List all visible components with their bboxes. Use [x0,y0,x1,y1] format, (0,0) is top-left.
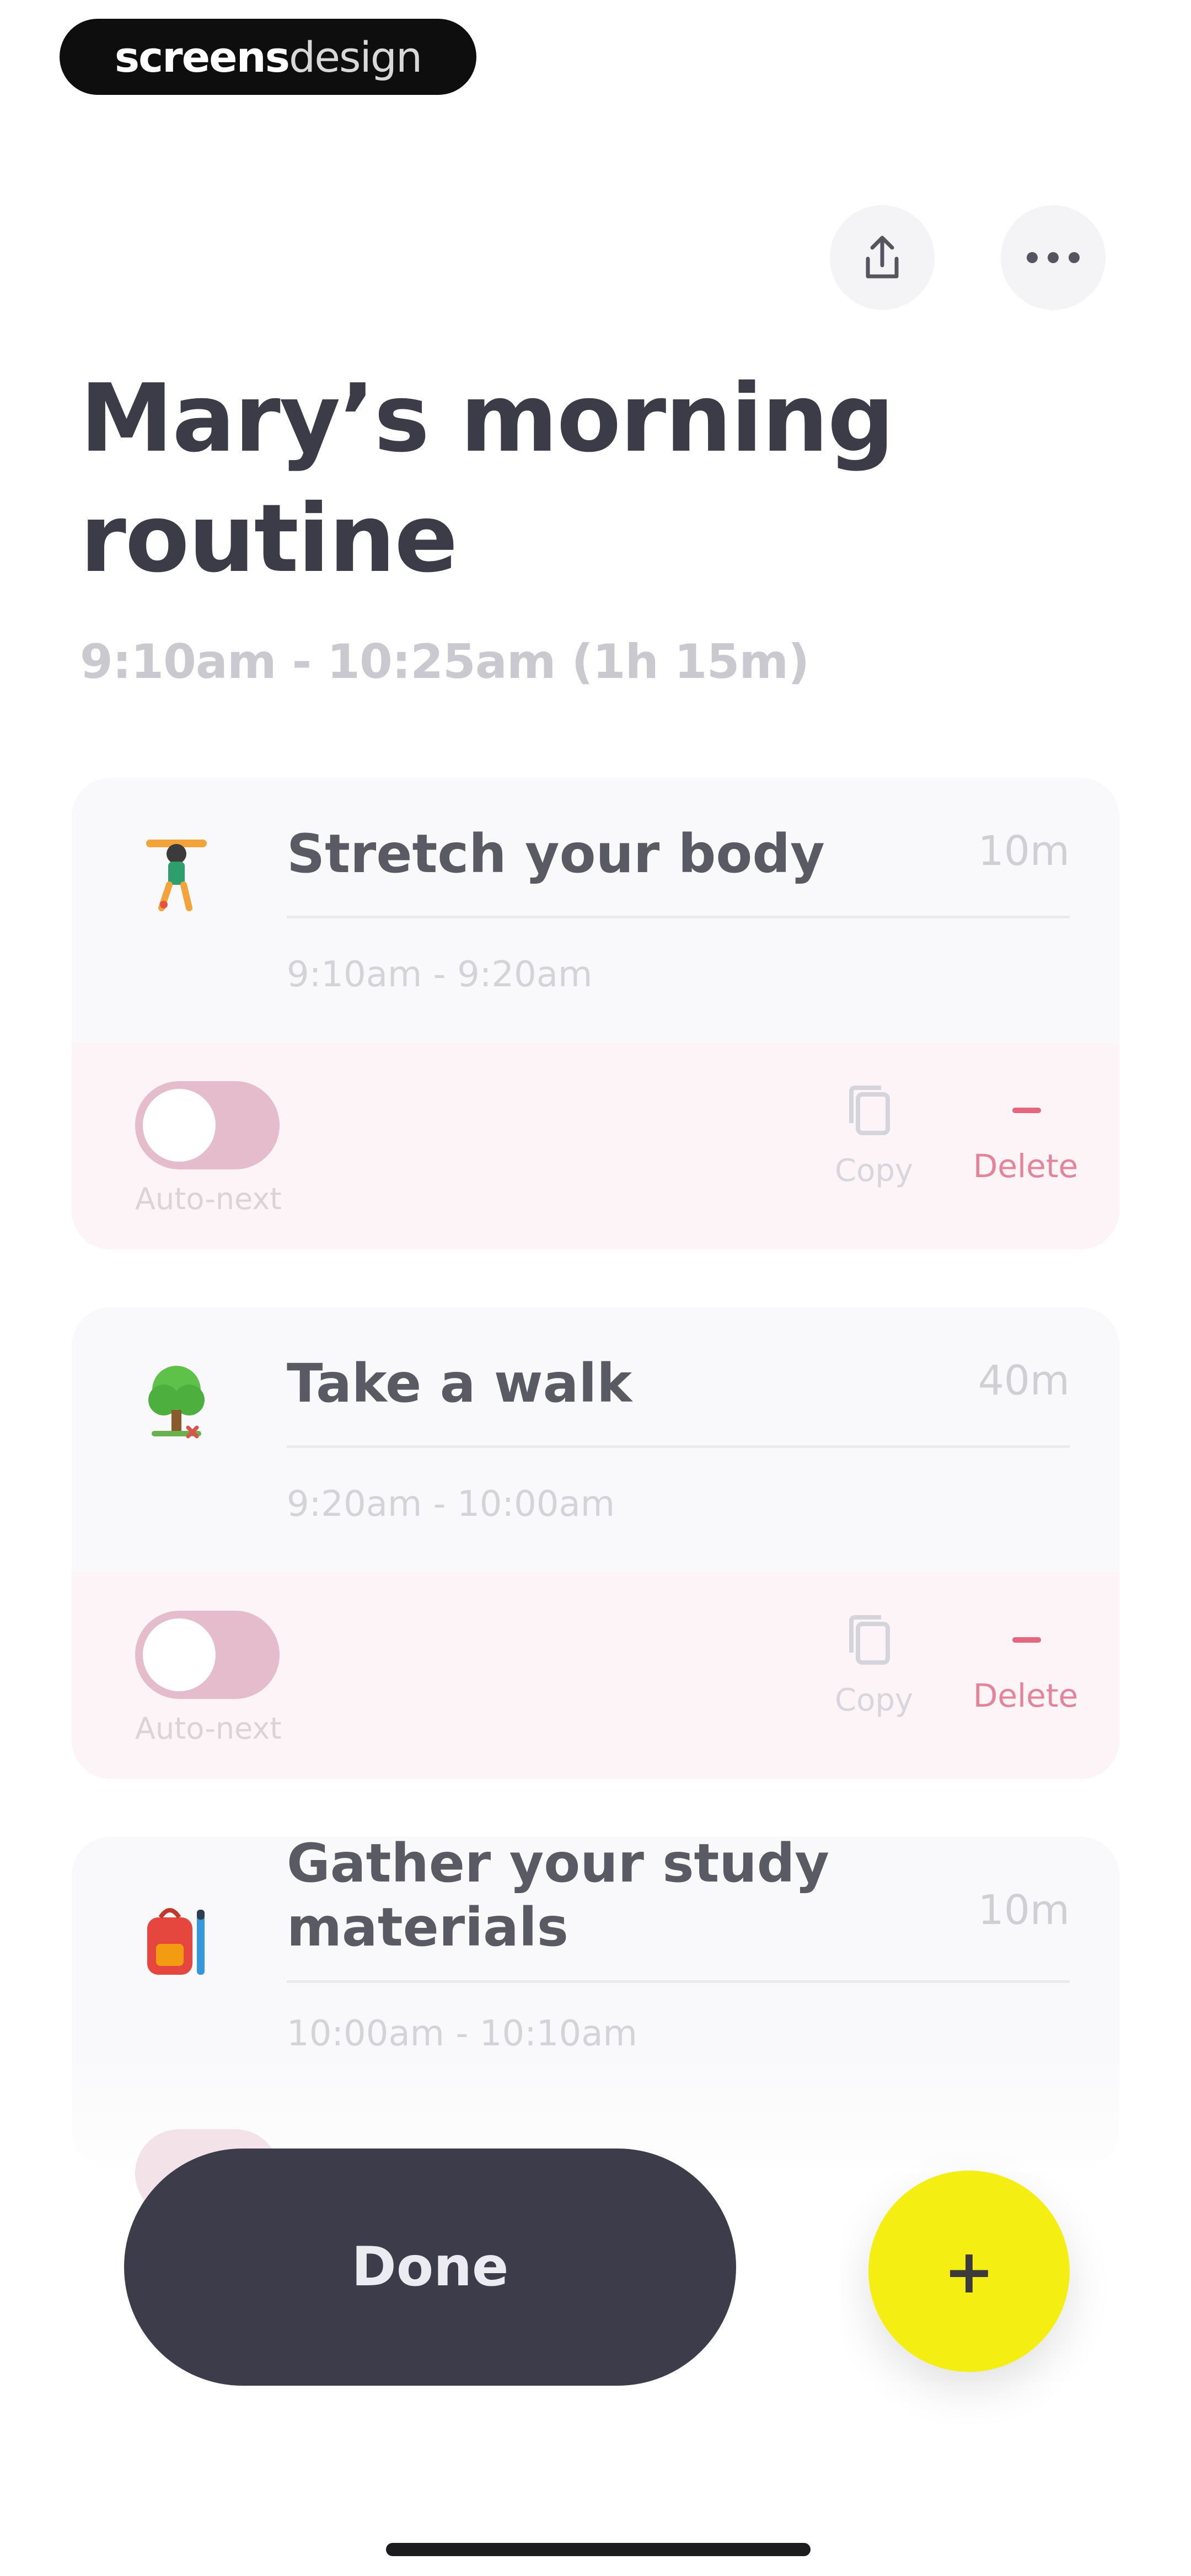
task-name[interactable]: Gather your study materials [287,1837,1004,1959]
delete-label: Delete [973,1677,1079,1714]
task-card-walk[interactable]: Take a walk 40m 9:20am - 10:00am Auto-ne… [72,1307,1119,1779]
task-card-stretch[interactable]: Stretch your body 10m 9:10am - 9:20am Au… [72,778,1119,1249]
add-task-button[interactable]: + [868,2171,1070,2372]
delete-label: Delete [973,1147,1079,1185]
task-duration[interactable]: 10m [978,827,1070,875]
copy-label: Copy [834,1153,914,1189]
task-card-actions: Auto-next Copy Delete [72,1043,1119,1249]
person-stretching-emoji [146,840,207,911]
minus-icon [1012,1637,1041,1643]
more-options-button[interactable] [1001,205,1106,310]
share-button[interactable] [830,205,935,310]
copy-icon [849,1615,890,1665]
delete-button[interactable]: Delete [948,1611,1103,1738]
task-name[interactable]: Take a walk [287,1351,1004,1415]
task-duration[interactable]: 10m [978,1886,1070,1934]
copy-button[interactable]: Copy [805,1611,943,1738]
duration-underline [981,1445,1070,1448]
task-time: 9:10am - 9:20am [287,954,593,995]
minus-icon [1012,1108,1041,1113]
duration-underline [981,1980,1070,1983]
task-card-header: Stretch your body 10m 9:10am - 9:20am [72,778,1119,1043]
watermark-light: design [289,32,422,82]
auto-next-label: Auto-next [135,1182,282,1216]
copy-icon [849,1086,890,1135]
task-card-header: Take a walk 40m 9:20am - 10:00am [72,1307,1119,1572]
task-name-underline [287,916,1004,918]
task-card-actions: Auto-next Copy Delete [72,1572,1119,1779]
task-time: 9:20am - 10:00am [287,1484,615,1525]
duration-underline [981,916,1070,918]
watermark-bold: screens [114,32,290,82]
plus-icon: + [943,2236,995,2307]
share-icon [866,236,899,279]
auto-next-label: Auto-next [135,1711,282,1746]
routine-screen: screens design Mary’s morning routine 9:1… [0,0,1191,2576]
toggle-knob [143,1089,216,1162]
delete-button[interactable]: Delete [948,1081,1103,1208]
copy-label: Copy [834,1682,914,1718]
copy-button[interactable]: Copy [805,1081,943,1208]
task-duration[interactable]: 40m [978,1357,1070,1404]
auto-next-toggle[interactable] [135,1081,280,1169]
task-name-underline [287,1980,1004,1983]
home-indicator[interactable] [386,2543,811,2556]
routine-title: Mary’s morning routine [80,364,894,594]
done-button[interactable]: Done [124,2149,736,2386]
toggle-knob [143,1618,216,1691]
routine-time-range: 9:10am - 10:25am (1h 15m) [80,634,809,690]
backpack-emoji [147,1908,205,1975]
auto-next-toggle[interactable] [135,1611,280,1699]
task-time: 10:00am - 10:10am [287,2013,637,2054]
more-horizontal-icon [1027,252,1080,263]
task-name-underline [287,1445,1004,1448]
screensdesign-watermark: screens design [60,19,476,95]
task-name[interactable]: Stretch your body [287,822,1004,886]
tree-emoji [148,1366,205,1439]
